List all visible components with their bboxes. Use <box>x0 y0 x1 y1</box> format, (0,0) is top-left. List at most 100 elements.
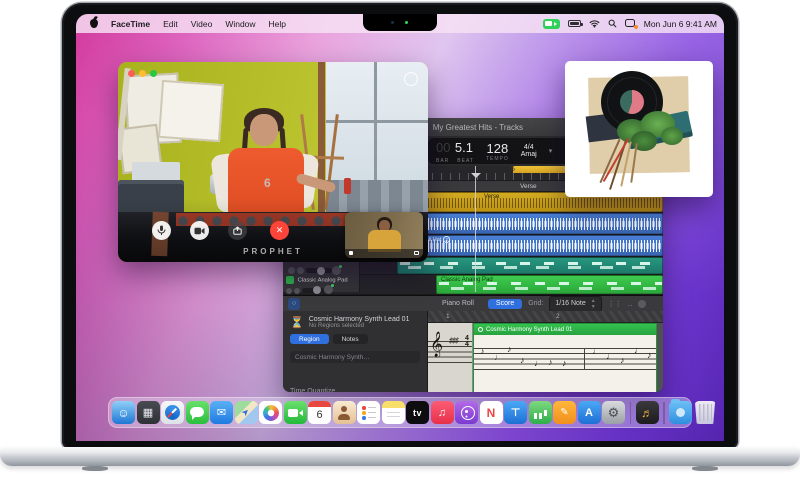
time-signature: 44 <box>465 336 469 348</box>
tab-score[interactable]: Score <box>488 299 522 309</box>
stepper-icon[interactable]: ▲▼ <box>591 298 596 310</box>
tab-notes[interactable]: Notes <box>333 334 368 344</box>
macbook-foot <box>82 466 108 471</box>
minimize-button[interactable] <box>139 70 146 77</box>
time-quantize-label: Time Quantize <box>290 388 335 392</box>
note-glyph: ♩ <box>606 351 615 361</box>
dock-podcasts-icon[interactable] <box>455 401 478 424</box>
menu-video[interactable]: Video <box>191 19 213 29</box>
editor-body: ⏳ Cosmic Harmony Synth Lead 01 No Region… <box>283 311 663 392</box>
menu-edit[interactable]: Edit <box>163 19 178 29</box>
score-region[interactable]: Cosmic Harmony Synth Lead 01 ♪ ♩ ♪ ♪ ♩ ♪… <box>473 323 657 392</box>
facetime-window: 6 PROPHET <box>118 62 428 262</box>
clef-margin: 𝄞 ♯♯♯ 44 <box>428 323 473 392</box>
dock-messages-icon[interactable] <box>186 401 209 424</box>
mute-button[interactable] <box>286 288 292 294</box>
dock-facetime-icon[interactable] <box>284 401 307 424</box>
dock-news-icon[interactable]: N <box>480 401 503 424</box>
lcd-chevron-icon[interactable]: ▾ <box>549 147 553 155</box>
pip-status-bar <box>345 249 423 258</box>
menu-bar-clock[interactable]: Mon Jun 6 9:41 AM <box>644 19 717 29</box>
pip-self-view[interactable] <box>345 212 423 258</box>
region-name-field[interactable]: Cosmic Harmony Synth… <box>290 351 420 363</box>
finder-glyph: ☺ <box>117 406 129 420</box>
dock-music-icon[interactable]: ♫ <box>431 401 454 424</box>
solo-button[interactable] <box>297 267 304 274</box>
dock-pages-icon[interactable]: ✎ <box>553 401 576 424</box>
dock-garageband-icon[interactable]: ♬ <box>636 401 659 424</box>
volume-slider[interactable] <box>306 268 332 273</box>
dock-finder-icon[interactable]: ☺ <box>112 401 135 424</box>
solo-button[interactable] <box>294 288 300 294</box>
dock-tv-icon[interactable]: tv <box>406 401 429 424</box>
synth-track-icon <box>286 276 294 284</box>
dock-downloads-folder-icon[interactable] <box>669 401 692 424</box>
playhead-handle[interactable] <box>471 173 481 178</box>
music-note-glyph: ♫ <box>438 407 446 419</box>
score-editor[interactable]: 1 2 𝄞 ♯♯♯ 44 Cosmic Harmony Synth Lead 0… <box>428 311 663 392</box>
menu-help[interactable]: Help <box>269 19 286 29</box>
podium-glyph: ⊤ <box>510 406 520 419</box>
note-glyph: ♪ <box>480 346 485 356</box>
link-button[interactable]: ○ <box>288 298 300 310</box>
sweater-number: 6 <box>264 176 271 190</box>
dock-calendar-icon[interactable]: 6 <box>308 401 331 424</box>
menu-window[interactable]: Window <box>225 19 255 29</box>
spotlight-search-icon[interactable] <box>608 19 617 28</box>
dock-settings-icon[interactable]: ⚙ <box>602 401 625 424</box>
user-switch-icon[interactable] <box>625 19 636 28</box>
close-button[interactable] <box>128 70 135 77</box>
macbook-foot <box>692 466 718 471</box>
mute-button[interactable] <box>288 267 295 274</box>
dock-photos-icon[interactable] <box>259 401 282 424</box>
wifi-icon[interactable] <box>589 19 600 28</box>
apple-logo-icon[interactable] <box>90 19 98 28</box>
score-ruler[interactable]: 1 2 <box>428 311 663 323</box>
artwork-window[interactable] <box>565 61 713 197</box>
score-region-title: Cosmic Harmony Synth Lead 01 <box>486 327 572 333</box>
region-arp[interactable]: Arp <box>397 257 663 274</box>
camera-toggle-button[interactable] <box>190 221 209 240</box>
dock-notes-icon[interactable] <box>382 401 405 424</box>
dock-maps-icon[interactable]: ➤ <box>235 401 258 424</box>
dock-appstore-icon[interactable]: A <box>578 401 601 424</box>
battery-icon[interactable] <box>568 20 581 27</box>
calendar-day: 6 <box>316 409 322 421</box>
grid-dropdown[interactable]: 1/16 Note▲▼ <box>549 296 601 312</box>
more-icon[interactable]: ‥ <box>628 300 633 308</box>
zoom-button[interactable] <box>150 70 157 77</box>
volume-slider[interactable] <box>302 288 324 293</box>
share-screen-button[interactable] <box>228 221 247 240</box>
region-pad[interactable]: Classic Analog Pad <box>436 275 663 294</box>
dock-reminders-icon[interactable] <box>357 401 380 424</box>
tab-piano-roll[interactable]: Piano Roll <box>434 299 482 309</box>
facetime-active-indicator[interactable] <box>543 19 560 29</box>
tv-glyph: tv <box>413 408 422 418</box>
wall-post <box>318 62 325 214</box>
dock-launchpad-icon[interactable]: ▦ <box>137 401 160 424</box>
artwork-foliage <box>661 127 683 145</box>
pan-knob[interactable] <box>324 285 333 294</box>
inspector-title: Cosmic Harmony Synth Lead 01 <box>309 316 410 323</box>
zoom-knob-icon[interactable] <box>638 300 646 308</box>
window-mullion <box>326 120 428 123</box>
playhead[interactable] <box>475 166 476 292</box>
share-icon <box>233 226 242 235</box>
pan-knob[interactable] <box>332 266 341 275</box>
dock-separator <box>630 402 632 424</box>
tab-region[interactable]: Region <box>290 334 329 344</box>
menu-facetime[interactable]: FaceTime <box>111 19 150 29</box>
dock-safari-icon[interactable] <box>161 401 184 424</box>
dock-keynote-icon[interactable]: ⊤ <box>504 401 527 424</box>
dock-trash-icon[interactable] <box>694 401 717 424</box>
dock-contacts-icon[interactable] <box>333 401 356 424</box>
end-call-button[interactable]: ✕ <box>270 221 289 240</box>
region-label: Classic Analog Pad <box>441 277 493 283</box>
dock-mail-icon[interactable]: ✉ <box>210 401 233 424</box>
note-options-icon[interactable]: ⋮⋮ <box>608 300 622 308</box>
track-header-pad[interactable]: Classic Analog Pad <box>283 275 360 292</box>
dock-numbers-icon[interactable] <box>529 401 552 424</box>
score-region-header[interactable]: Cosmic Harmony Synth Lead 01 <box>474 324 656 335</box>
video-effects-button[interactable] <box>404 72 418 86</box>
mute-mic-button[interactable] <box>152 221 171 240</box>
